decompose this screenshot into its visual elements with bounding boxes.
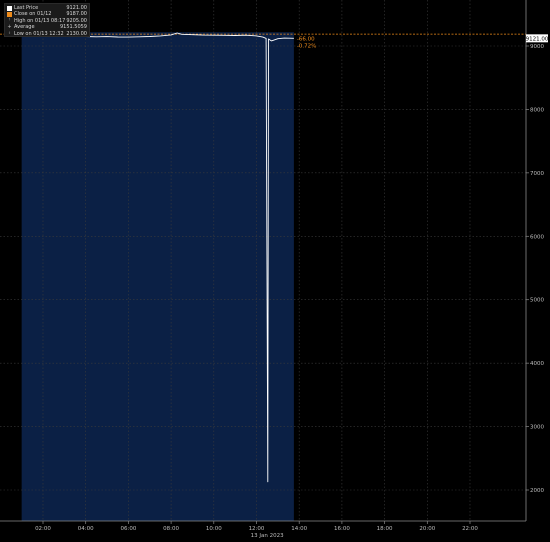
y-tick-label: 3000: [530, 425, 544, 431]
x-tick-label: 02:00: [35, 526, 51, 532]
x-tick-label: 18:00: [377, 526, 393, 532]
y-tick-label: 9000: [530, 44, 544, 50]
price-chart: 2000 3000 4000 5000 6000 7000 8000 9000 02:00 04:…: [0, 0, 549, 539]
orange-box-icon: [7, 12, 12, 18]
x-tick-label: 12:00: [249, 526, 265, 532]
y-tick-label: 8000: [530, 107, 544, 113]
x-tick-label: 10:00: [206, 526, 222, 532]
y-tick-label: 6000: [530, 234, 544, 240]
y-tick-label: 7000: [530, 171, 544, 177]
legend-label: Low on 01/13 12:32: [14, 30, 64, 37]
y-tick-label: 5000: [530, 298, 544, 304]
x-tick-label: 04:00: [78, 526, 94, 532]
chart-window: 2000 3000 4000 5000 6000 7000 8000 9000 02:00 04:…: [0, 0, 550, 539]
change-percent: -0.72%: [297, 43, 316, 49]
x-tick-label: 08:00: [163, 526, 179, 532]
chart-legend: Last Price 9121.00 Close on 01/12 9187.0…: [4, 3, 90, 37]
change-absolute: -66.00: [297, 36, 315, 42]
x-tick-label: 06:00: [120, 526, 136, 532]
legend-value: 2130.00: [66, 30, 87, 37]
x-tick-label: 14:00: [291, 526, 307, 532]
trading-session-shade: [21, 32, 294, 522]
y-tick-label: 4000: [530, 361, 544, 367]
date-label: 13 Jan 2023: [251, 533, 284, 538]
last-price-tag-text: 9121.00: [526, 36, 549, 42]
down-tick-icon: ꜜ: [8, 30, 11, 37]
x-tick-label: 20:00: [419, 526, 435, 532]
white-box-icon: [7, 5, 12, 11]
x-tick-label: 22:00: [462, 526, 478, 532]
legend-item-low: ꜜ Low on 01/13 12:32 2130.00: [7, 31, 87, 37]
x-tick-label: 16:00: [334, 526, 350, 532]
y-tick-label: 2000: [530, 488, 544, 494]
